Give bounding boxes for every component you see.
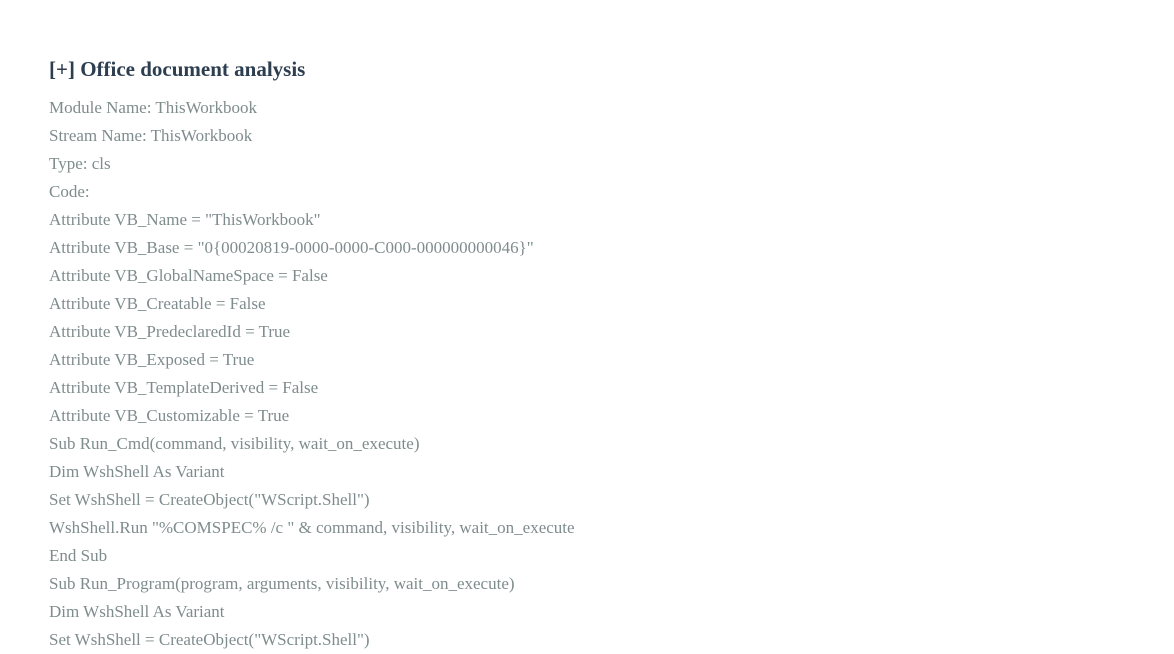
code-line: Attribute VB_Customizable = True xyxy=(49,406,290,425)
code-line: Attribute VB_PredeclaredId = True xyxy=(49,322,291,341)
code-line: Type: cls xyxy=(49,154,111,173)
code-line: Sub Run_Cmd(command, visibility, wait_on… xyxy=(49,434,420,453)
code-line: Module Name: ThisWorkbook xyxy=(49,98,257,117)
code-line: Sub Run_Program(program, arguments, visi… xyxy=(49,574,515,593)
code-line: Attribute VB_Base = "0{00020819-0000-000… xyxy=(49,238,534,257)
code-line: End Sub xyxy=(49,546,108,565)
code-line: Attribute VB_GlobalNameSpace = False xyxy=(49,266,328,285)
code-line: WshShell.Run "%COMSPEC% /c " & command, … xyxy=(49,518,575,537)
code-line: Set WshShell = CreateObject("WScript.She… xyxy=(49,630,370,649)
code-listing: Module Name: ThisWorkbook Stream Name: T… xyxy=(49,94,1154,654)
code-line: Attribute VB_Creatable = False xyxy=(49,294,266,313)
analysis-section: [+] Office document analysis Module Name… xyxy=(49,52,1154,654)
code-line: Stream Name: ThisWorkbook xyxy=(49,126,253,145)
code-line: Dim WshShell As Variant xyxy=(49,462,225,481)
code-line: Attribute VB_TemplateDerived = False xyxy=(49,378,319,397)
code-line: Attribute VB_Name = "ThisWorkbook" xyxy=(49,210,321,229)
code-line: Attribute VB_Exposed = True xyxy=(49,350,255,369)
section-title: [+] Office document analysis xyxy=(49,57,306,81)
code-line: Set WshShell = CreateObject("WScript.She… xyxy=(49,490,370,509)
code-line: Dim WshShell As Variant xyxy=(49,602,225,621)
code-line: Code: xyxy=(49,182,90,201)
